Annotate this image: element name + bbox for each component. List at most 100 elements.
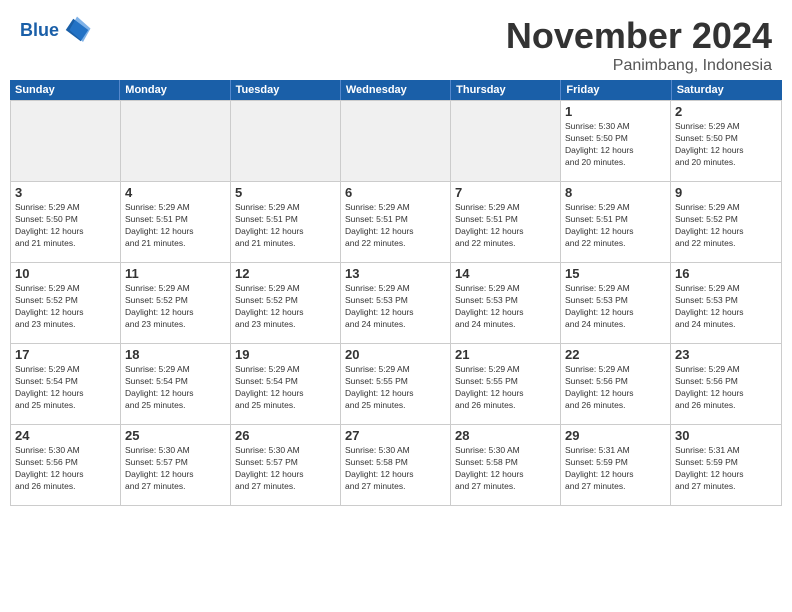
calendar-row: 24 Sunrise: 5:30 AM Sunset: 5:56 PM Dayli…	[11, 424, 781, 505]
day-info: Sunrise: 5:30 AM Sunset: 5:50 PM Dayligh…	[565, 121, 666, 169]
day-number: 9	[675, 185, 777, 200]
calendar-cell: 12 Sunrise: 5:29 AM Sunset: 5:52 PM Dayli…	[231, 263, 341, 343]
weekday-header: Tuesday	[231, 80, 341, 100]
day-info: Sunrise: 5:30 AM Sunset: 5:56 PM Dayligh…	[15, 445, 116, 493]
title-block: November 2024 Panimbang, Indonesia	[506, 15, 772, 75]
day-number: 18	[125, 347, 226, 362]
calendar-cell: 5 Sunrise: 5:29 AM Sunset: 5:51 PM Daylig…	[231, 182, 341, 262]
calendar-cell: 22 Sunrise: 5:29 AM Sunset: 5:56 PM Dayli…	[561, 344, 671, 424]
day-number: 16	[675, 266, 777, 281]
day-number: 17	[15, 347, 116, 362]
day-info: Sunrise: 5:29 AM Sunset: 5:51 PM Dayligh…	[565, 202, 666, 250]
calendar-cell: 19Sunrise: 5:29 AM Sunset: 5:54 PM Dayli…	[231, 344, 341, 424]
day-number: 6	[345, 185, 446, 200]
calendar-cell: 20 Sunrise: 5:29 AM Sunset: 5:55 PM Dayli…	[341, 344, 451, 424]
day-number: 23	[675, 347, 777, 362]
header: Blue November 2024 Panimbang, Indonesia	[0, 0, 792, 80]
calendar-cell	[231, 101, 341, 181]
day-number: 15	[565, 266, 666, 281]
calendar-cell: 25Sunrise: 5:30 AM Sunset: 5:57 PM Dayli…	[121, 425, 231, 505]
calendar-cell: 28 Sunrise: 5:30 AM Sunset: 5:58 PM Dayli…	[451, 425, 561, 505]
calendar-cell: 10 Sunrise: 5:29 AM Sunset: 5:52 PM Dayli…	[11, 263, 121, 343]
day-info: Sunrise: 5:29 AM Sunset: 5:51 PM Dayligh…	[125, 202, 226, 250]
calendar-cell: 16 Sunrise: 5:29 AM Sunset: 5:53 PM Dayli…	[671, 263, 781, 343]
day-number: 21	[455, 347, 556, 362]
day-info: Sunrise: 5:29 AM Sunset: 5:55 PM Dayligh…	[455, 364, 556, 412]
calendar-cell	[121, 101, 231, 181]
logo: Blue	[20, 15, 92, 45]
day-number: 8	[565, 185, 666, 200]
month-title: November 2024	[506, 15, 772, 57]
day-number: 11	[125, 266, 226, 281]
calendar-cell: 6 Sunrise: 5:29 AM Sunset: 5:51 PM Daylig…	[341, 182, 451, 262]
day-info: Sunrise: 5:29 AM Sunset: 5:51 PM Dayligh…	[455, 202, 556, 250]
day-number: 4	[125, 185, 226, 200]
day-info: Sunrise: 5:29 AM Sunset: 5:55 PM Dayligh…	[345, 364, 446, 412]
day-number: 7	[455, 185, 556, 200]
weekday-header: Wednesday	[341, 80, 451, 100]
calendar-cell: 15 Sunrise: 5:29 AM Sunset: 5:53 PM Dayli…	[561, 263, 671, 343]
day-number: 25	[125, 428, 226, 443]
day-info: Sunrise: 5:29 AM Sunset: 5:52 PM Dayligh…	[235, 283, 336, 331]
day-number: 5	[235, 185, 336, 200]
calendar-cell: 29 Sunrise: 5:31 AM Sunset: 5:59 PM Dayli…	[561, 425, 671, 505]
day-number: 12	[235, 266, 336, 281]
day-info: Sunrise: 5:30 AM Sunset: 5:58 PM Dayligh…	[455, 445, 556, 493]
day-number: 28	[455, 428, 556, 443]
calendar-cell: 24 Sunrise: 5:30 AM Sunset: 5:56 PM Dayli…	[11, 425, 121, 505]
calendar-cell: 30Sunrise: 5:31 AM Sunset: 5:59 PM Dayli…	[671, 425, 781, 505]
calendar: SundayMondayTuesdayWednesdayThursdayFrid…	[0, 80, 792, 511]
day-info: Sunrise: 5:29 AM Sunset: 5:52 PM Dayligh…	[125, 283, 226, 331]
day-info: Sunrise: 5:31 AM Sunset: 5:59 PM Dayligh…	[675, 445, 777, 493]
calendar-header: SundayMondayTuesdayWednesdayThursdayFrid…	[10, 80, 782, 100]
day-number: 2	[675, 104, 777, 119]
day-number: 14	[455, 266, 556, 281]
calendar-cell: 14Sunrise: 5:29 AM Sunset: 5:53 PM Dayli…	[451, 263, 561, 343]
calendar-cell: 9 Sunrise: 5:29 AM Sunset: 5:52 PM Daylig…	[671, 182, 781, 262]
day-info: Sunrise: 5:29 AM Sunset: 5:56 PM Dayligh…	[565, 364, 666, 412]
day-number: 13	[345, 266, 446, 281]
calendar-cell: 8 Sunrise: 5:29 AM Sunset: 5:51 PM Daylig…	[561, 182, 671, 262]
day-number: 20	[345, 347, 446, 362]
day-number: 29	[565, 428, 666, 443]
calendar-cell: 26Sunrise: 5:30 AM Sunset: 5:57 PM Dayli…	[231, 425, 341, 505]
day-info: Sunrise: 5:29 AM Sunset: 5:53 PM Dayligh…	[345, 283, 446, 331]
day-info: Sunrise: 5:29 AM Sunset: 5:51 PM Dayligh…	[235, 202, 336, 250]
calendar-cell: 3Sunrise: 5:29 AM Sunset: 5:50 PM Daylig…	[11, 182, 121, 262]
day-number: 10	[15, 266, 116, 281]
day-info: Sunrise: 5:29 AM Sunset: 5:54 PM Dayligh…	[125, 364, 226, 412]
weekday-header: Sunday	[10, 80, 120, 100]
calendar-body: 1 Sunrise: 5:30 AM Sunset: 5:50 PM Daylig…	[10, 100, 782, 506]
day-info: Sunrise: 5:29 AM Sunset: 5:52 PM Dayligh…	[675, 202, 777, 250]
day-info: Sunrise: 5:29 AM Sunset: 5:56 PM Dayligh…	[675, 364, 777, 412]
day-number: 3	[15, 185, 116, 200]
day-info: Sunrise: 5:29 AM Sunset: 5:51 PM Dayligh…	[345, 202, 446, 250]
day-info: Sunrise: 5:31 AM Sunset: 5:59 PM Dayligh…	[565, 445, 666, 493]
logo-icon	[62, 15, 92, 45]
calendar-cell: 11 Sunrise: 5:29 AM Sunset: 5:52 PM Dayli…	[121, 263, 231, 343]
weekday-header: Monday	[120, 80, 230, 100]
day-info: Sunrise: 5:29 AM Sunset: 5:53 PM Dayligh…	[675, 283, 777, 331]
calendar-row: 17 Sunrise: 5:29 AM Sunset: 5:54 PM Dayli…	[11, 343, 781, 424]
calendar-cell: 13 Sunrise: 5:29 AM Sunset: 5:53 PM Dayli…	[341, 263, 451, 343]
calendar-row: 3Sunrise: 5:29 AM Sunset: 5:50 PM Daylig…	[11, 181, 781, 262]
logo-blue: Blue	[20, 21, 59, 39]
calendar-cell: 4 Sunrise: 5:29 AM Sunset: 5:51 PM Daylig…	[121, 182, 231, 262]
weekday-header: Thursday	[451, 80, 561, 100]
day-number: 19	[235, 347, 336, 362]
calendar-cell: 18 Sunrise: 5:29 AM Sunset: 5:54 PM Dayli…	[121, 344, 231, 424]
day-number: 1	[565, 104, 666, 119]
day-number: 24	[15, 428, 116, 443]
day-info: Sunrise: 5:30 AM Sunset: 5:58 PM Dayligh…	[345, 445, 446, 493]
day-number: 27	[345, 428, 446, 443]
calendar-cell: 2Sunrise: 5:29 AM Sunset: 5:50 PM Daylig…	[671, 101, 781, 181]
day-info: Sunrise: 5:29 AM Sunset: 5:52 PM Dayligh…	[15, 283, 116, 331]
calendar-cell: 27 Sunrise: 5:30 AM Sunset: 5:58 PM Dayli…	[341, 425, 451, 505]
day-info: Sunrise: 5:29 AM Sunset: 5:54 PM Dayligh…	[15, 364, 116, 412]
location: Panimbang, Indonesia	[506, 57, 772, 75]
calendar-cell	[11, 101, 121, 181]
day-info: Sunrise: 5:29 AM Sunset: 5:53 PM Dayligh…	[565, 283, 666, 331]
day-number: 22	[565, 347, 666, 362]
calendar-cell	[341, 101, 451, 181]
day-info: Sunrise: 5:30 AM Sunset: 5:57 PM Dayligh…	[235, 445, 336, 493]
